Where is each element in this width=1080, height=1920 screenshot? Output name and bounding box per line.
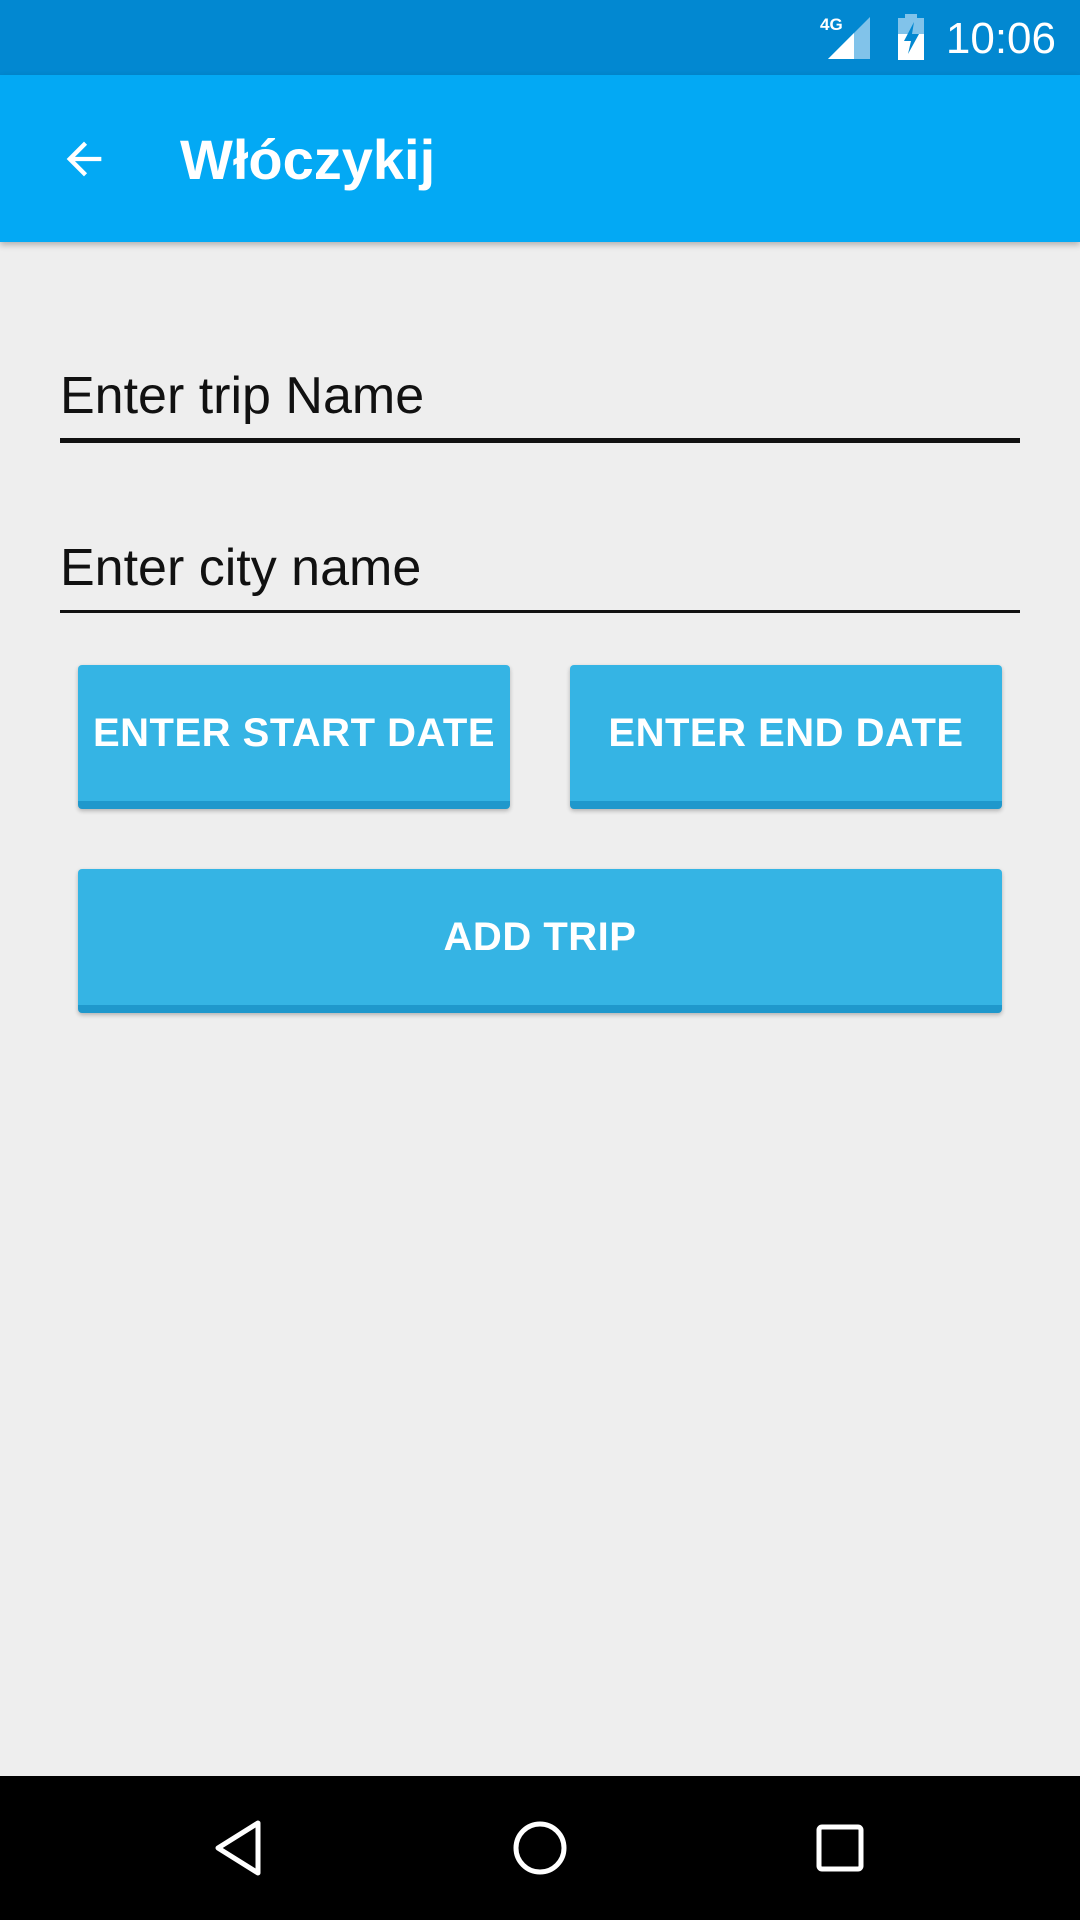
app-bar: Włóczykij: [0, 75, 1080, 242]
nav-home-button[interactable]: [490, 1798, 590, 1898]
battery-charging-icon: [898, 14, 924, 60]
status-bar: 4G 10:06: [0, 0, 1080, 75]
navigation-bar: [0, 1776, 1080, 1920]
enter-start-date-button[interactable]: ENTER START DATE: [78, 665, 510, 809]
city-name-field[interactable]: Enter city name: [60, 538, 1020, 613]
page-title: Włóczykij: [180, 128, 436, 191]
add-trip-button[interactable]: ADD TRIP: [78, 869, 1002, 1013]
status-time: 10:06: [945, 14, 1056, 63]
nav-back-icon: [215, 1820, 261, 1876]
back-button[interactable]: [40, 115, 128, 203]
signal-icon: 4G: [820, 15, 870, 59]
enter-end-date-button[interactable]: ENTER END DATE: [570, 665, 1002, 809]
network-type-label: 4G: [820, 15, 843, 34]
trip-name-field[interactable]: Enter trip Name: [60, 366, 1020, 443]
trip-name-underline: [60, 438, 1020, 443]
city-name-underline: [60, 610, 1020, 613]
nav-recents-button[interactable]: [790, 1798, 890, 1898]
nav-recents-icon: [816, 1824, 864, 1872]
trip-name-value[interactable]: Enter trip Name: [60, 366, 1020, 426]
arrow-back-icon: [66, 141, 102, 177]
nav-back-button[interactable]: [190, 1798, 290, 1898]
city-name-value[interactable]: Enter city name: [60, 538, 1020, 598]
nav-home-icon: [513, 1821, 567, 1875]
